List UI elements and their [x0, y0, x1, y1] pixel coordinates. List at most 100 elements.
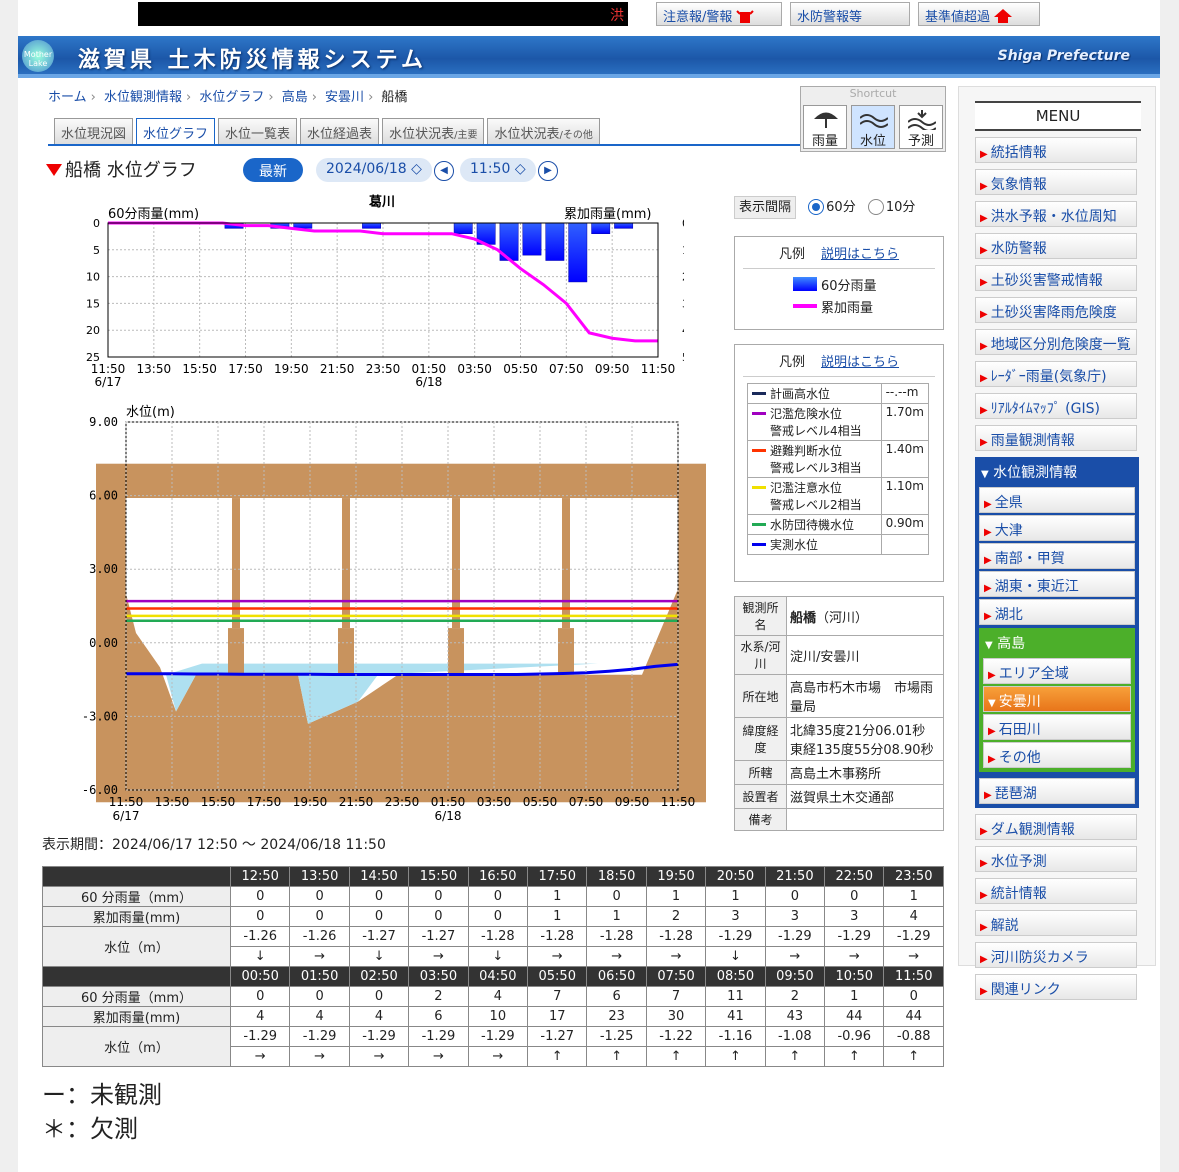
menu-item[interactable]: ▶ 水位予測: [975, 846, 1137, 872]
shortcut-forecast-button[interactable]: 予測: [899, 105, 943, 149]
menu-item[interactable]: ▶ 統括情報: [975, 137, 1137, 163]
cumulative-cell: 0: [229, 906, 291, 927]
menu-item[interactable]: ▶ ﾘｱﾙﾀｲﾑﾏｯﾌﾟ (GIS): [975, 393, 1137, 419]
x-date-label: 6/17: [113, 809, 140, 823]
shortcut-level-button[interactable]: 水位: [851, 105, 895, 149]
time-header: 10:50: [824, 966, 885, 987]
breadcrumb-home[interactable]: ホーム: [48, 90, 87, 105]
menu-item[interactable]: ▶ 水防警報: [975, 233, 1137, 259]
time-select[interactable]: 11:50 ◇: [460, 158, 536, 182]
menu-item[interactable]: ▶ 関連リンク: [975, 974, 1137, 1000]
legend-help-link[interactable]: 説明はこちら: [821, 355, 899, 370]
breadcrumb-adogawa[interactable]: 安曇川: [325, 90, 364, 105]
date-select[interactable]: 2024/06/18 ◇: [316, 158, 432, 182]
tab-level-graph[interactable]: 水位グラフ: [136, 118, 216, 146]
exceed-button[interactable]: 基準値超過: [918, 2, 1040, 26]
tab-level-list[interactable]: 水位一覧表: [218, 118, 298, 144]
menu-item[interactable]: ▶ 気象情報: [975, 169, 1137, 195]
menu-item[interactable]: ▶ 解説: [975, 910, 1137, 936]
latest-button[interactable]: 最新: [243, 158, 303, 182]
level-cell: -1.27: [408, 926, 469, 947]
menu-item[interactable]: ▶ 土砂災害降雨危険度: [975, 297, 1137, 323]
trend-arrow-icon: →: [289, 1046, 350, 1067]
latitude: 北緯35度21分06.01秒: [790, 724, 926, 739]
y-tick-label: 20: [86, 324, 100, 337]
x-tick-label: 11:50: [109, 795, 144, 809]
menu-item[interactable]: ▶ 地域区分別危険度一覧: [975, 329, 1137, 355]
menu-item[interactable]: ▶ 統計情報: [975, 878, 1137, 904]
menu-item[interactable]: ▶ 南部・甲賀: [979, 543, 1135, 569]
station-value: 高島土木事務所: [786, 760, 944, 785]
legend-value: 1.40m: [880, 440, 930, 478]
legend-value: 1.10m: [880, 477, 930, 515]
menu-item[interactable]: ▶ 湖東・東近江: [979, 571, 1135, 597]
header-corner: [42, 866, 231, 887]
breadcrumb: ホーム › 水位観測情報 › 水位グラフ › 高島 › 安曇川 › 船橋: [48, 86, 407, 105]
menu-item[interactable]: ▶ ﾚｰﾀﾞｰ雨量(気象庁): [975, 361, 1137, 387]
interval-60-radio[interactable]: [808, 199, 825, 215]
menu-item[interactable]: ▶ ダム観測情報: [975, 814, 1137, 840]
legend-help-link[interactable]: 説明はこちら: [821, 247, 899, 262]
x-tick-label: 09:50: [595, 362, 630, 376]
menu-item[interactable]: ▶ 河川防災カメラ: [975, 942, 1137, 968]
tab-level-status-other[interactable]: 水位状況表/その他: [487, 118, 600, 144]
bridge-pier-base: [338, 628, 354, 675]
triangle-right-icon: ▶: [980, 954, 988, 965]
menu-item-label: 琵琶湖: [994, 786, 1037, 802]
tab-sublabel: /主要: [454, 130, 478, 141]
interval-10-label: 10分: [885, 200, 916, 215]
y2-tick-label: 10: [682, 244, 684, 257]
menu-item-label: 地域区分別危険度一覧: [990, 337, 1131, 353]
tab-level-status-main[interactable]: 水位状況表/主要: [382, 118, 485, 144]
rain-cell: 0: [289, 986, 350, 1007]
warning-button-label: 注意報/警報: [663, 10, 733, 25]
time-header: 22:50: [824, 866, 885, 887]
triangle-right-icon: ▶: [984, 790, 992, 801]
level-legend-table: 計画高水位 --.--m 氾濫危険水位 警戒レベル4相当 1.70m 避難判断水位 警戒…: [747, 383, 930, 555]
time-header: 17:50: [527, 866, 588, 887]
row-label: 累加雨量(mm): [42, 1006, 231, 1027]
breadcrumb-takashima[interactable]: 高島: [282, 90, 308, 105]
menu-item[interactable]: ▶ エリア全域: [983, 658, 1131, 684]
menu-item[interactable]: ▶ 全県: [979, 487, 1135, 513]
next-button[interactable]: ▶: [538, 161, 558, 181]
trend-arrow-icon: ↓: [229, 946, 291, 967]
menu-group-header[interactable]: ▼ 高島: [981, 630, 1133, 656]
x-date-label: 6/18: [435, 809, 462, 823]
prev-button[interactable]: ◀: [434, 161, 454, 181]
triangle-down-icon: ▼: [988, 698, 996, 709]
y-tick-label: 10: [86, 271, 100, 284]
trend-arrow-icon: →: [408, 946, 469, 967]
header-corner: [42, 966, 231, 987]
menu-item[interactable]: ▼ 安曇川: [983, 686, 1131, 712]
legend-value: 1.70m: [880, 403, 930, 441]
interval-10-radio[interactable]: [867, 199, 884, 215]
interval-label: 表示間隔: [734, 196, 797, 219]
shortcut-rain-button[interactable]: 雨量: [803, 105, 847, 149]
breadcrumb-water-level-graph[interactable]: 水位グラフ: [199, 90, 264, 105]
menu-item[interactable]: ▶ 琵琶湖: [979, 778, 1135, 804]
tab-level-overview[interactable]: 水位現況図: [54, 118, 134, 144]
y2-tick-label: 20: [682, 271, 684, 284]
menu-group-header[interactable]: ▼ 水位観測情報: [977, 459, 1137, 485]
menu-item[interactable]: ▶ 雨量観測情報: [975, 425, 1137, 451]
menu-item[interactable]: ▶ 大津: [979, 515, 1135, 541]
menu-item[interactable]: ▶ 洪水予報・水位周知: [975, 201, 1137, 227]
rain-cell: 4: [467, 986, 529, 1007]
menu-item[interactable]: ▶ 土砂災害警戒情報: [975, 265, 1137, 291]
cumulative-cell: 4: [348, 1006, 410, 1027]
menu-item[interactable]: ▶ その他: [983, 742, 1131, 768]
legend-header: 凡例 説明はこちら: [743, 345, 935, 377]
warning-button[interactable]: 注意報/警報: [656, 2, 782, 26]
triangle-right-icon: ▶: [980, 341, 988, 352]
menu-item[interactable]: ▶ 湖北: [979, 599, 1135, 625]
breadcrumb-water-level-info[interactable]: 水位観測情報: [104, 90, 182, 105]
chart-title: 葛川: [368, 194, 395, 210]
trend-arrow-icon: →: [764, 946, 826, 967]
legend-name-cell: 氾濫危険水位 警戒レベル4相当: [747, 403, 882, 441]
level-cell: -1.25: [586, 1026, 647, 1047]
menu-item[interactable]: ▶ 石田川: [983, 714, 1131, 740]
tab-level-progress[interactable]: 水位経過表: [300, 118, 380, 144]
flood-warning-button[interactable]: 水防警報等: [790, 2, 910, 26]
rain-bar: [614, 222, 634, 229]
